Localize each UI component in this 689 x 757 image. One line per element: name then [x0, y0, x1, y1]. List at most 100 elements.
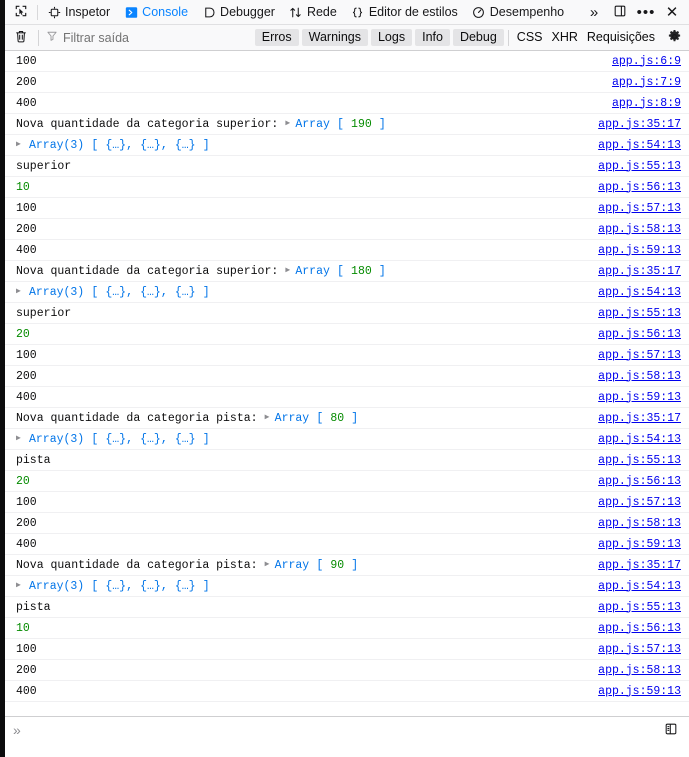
expand-triangle-icon[interactable]: ▶ [285, 267, 295, 275]
console-token-objstub[interactable]: {…} [140, 580, 161, 593]
console-token-objname[interactable]: Array [275, 559, 310, 572]
console-row[interactable]: 200 app.js:58:13 [5, 660, 689, 681]
console-token-objstub[interactable]: {…} [140, 433, 161, 446]
filter-input[interactable] [63, 30, 255, 45]
source-link[interactable]: app.js:58:13 [598, 370, 681, 383]
source-link[interactable]: app.js:57:13 [598, 202, 681, 215]
console-row[interactable]: ▶ Array(3)[{…}, {…}, {…}] app.js:54:13 [5, 135, 689, 156]
console-row[interactable]: superior app.js:55:13 [5, 156, 689, 177]
expand-triangle-icon[interactable]: ▶ [265, 414, 275, 422]
filter-button-info[interactable]: Info [415, 28, 450, 47]
source-link[interactable]: app.js:56:13 [598, 475, 681, 488]
console-row[interactable]: 400 app.js:8:9 [5, 93, 689, 114]
filter-button-css[interactable]: CSS [517, 31, 543, 44]
console-token-objname[interactable]: Array [295, 118, 330, 131]
console-row[interactable]: 20 app.js:56:13 [5, 471, 689, 492]
filter-button-debug[interactable]: Debug [452, 28, 504, 47]
source-link[interactable]: app.js:54:13 [598, 139, 681, 152]
source-link[interactable]: app.js:59:13 [598, 685, 681, 698]
console-row[interactable]: 20 app.js:56:13 [5, 324, 689, 345]
console-output[interactable]: 100 app.js:6:9 200 app.js:7:9 400 app.js:8:9 N… [5, 51, 689, 716]
source-link[interactable]: app.js:59:13 [598, 391, 681, 404]
source-link[interactable]: app.js:58:13 [598, 664, 681, 677]
source-link[interactable]: app.js:54:13 [598, 580, 681, 593]
console-row[interactable]: 200 app.js:58:13 [5, 513, 689, 534]
console-token-objname[interactable]: Array(3) [29, 139, 84, 152]
console-row[interactable]: superior app.js:55:13 [5, 303, 689, 324]
overflow-tabs-button[interactable]: » [581, 1, 607, 24]
console-row[interactable]: Nova quantidade da categoria superior: ▶ A… [5, 114, 689, 135]
source-link[interactable]: app.js:56:13 [598, 181, 681, 194]
tab-editor-de-estilos[interactable]: Editor de estilos [344, 1, 465, 24]
source-link[interactable]: app.js:59:13 [598, 538, 681, 551]
console-row[interactable]: 100 app.js:57:13 [5, 639, 689, 660]
expand-triangle-icon[interactable]: ▶ [16, 288, 26, 296]
dock-position-button[interactable] [607, 1, 633, 24]
source-link[interactable]: app.js:58:13 [598, 517, 681, 530]
tab-desempenho[interactable]: Desempenho [465, 1, 571, 24]
console-token-objstub[interactable]: {…} [105, 139, 126, 152]
tab-inspetor[interactable]: Inspetor [40, 1, 117, 24]
source-link[interactable]: app.js:56:13 [598, 622, 681, 635]
filter-button-logs[interactable]: Logs [370, 28, 413, 47]
source-link[interactable]: app.js:7:9 [612, 76, 681, 89]
source-link[interactable]: app.js:57:13 [598, 643, 681, 656]
console-row[interactable]: 10 app.js:56:13 [5, 177, 689, 198]
tab-console[interactable]: Console [117, 1, 195, 24]
source-link[interactable]: app.js:56:13 [598, 328, 681, 341]
console-row[interactable]: 200 app.js:58:13 [5, 366, 689, 387]
console-token-objstub[interactable]: {…} [105, 433, 126, 446]
console-row[interactable]: ▶ Array(3)[{…}, {…}, {…}] app.js:54:13 [5, 282, 689, 303]
source-link[interactable]: app.js:55:13 [598, 160, 681, 173]
console-settings-button[interactable] [663, 27, 685, 49]
clear-console-button[interactable] [8, 27, 34, 49]
console-token-objstub[interactable]: {…} [140, 286, 161, 299]
console-row[interactable]: 10 app.js:56:13 [5, 618, 689, 639]
console-row[interactable]: ▶ Array(3)[{…}, {…}, {…}] app.js:54:13 [5, 429, 689, 450]
source-link[interactable]: app.js:8:9 [612, 97, 681, 110]
filter-input-wrapper[interactable] [43, 30, 255, 45]
console-token-objstub[interactable]: {…} [175, 433, 196, 446]
expand-triangle-icon[interactable]: ▶ [285, 120, 295, 128]
console-token-objstub[interactable]: {…} [105, 286, 126, 299]
expand-triangle-icon[interactable]: ▶ [16, 435, 26, 443]
expand-triangle-icon[interactable]: ▶ [265, 561, 275, 569]
console-row[interactable]: 100 app.js:57:13 [5, 198, 689, 219]
source-link[interactable]: app.js:35:17 [598, 265, 681, 278]
source-link[interactable]: app.js:35:17 [598, 412, 681, 425]
element-picker-button[interactable] [7, 1, 35, 24]
tab-debugger[interactable]: Debugger [195, 1, 282, 24]
source-link[interactable]: app.js:54:13 [598, 433, 681, 446]
console-row[interactable]: 100 app.js:6:9 [5, 51, 689, 72]
filter-button-erros[interactable]: Erros [254, 28, 299, 47]
console-row[interactable]: Nova quantidade da categoria pista: ▶ Arra… [5, 555, 689, 576]
console-row[interactable]: Nova quantidade da categoria superior: ▶ A… [5, 261, 689, 282]
console-token-objstub[interactable]: {…} [105, 580, 126, 593]
console-row[interactable]: pista app.js:55:13 [5, 597, 689, 618]
console-row[interactable]: 400 app.js:59:13 [5, 387, 689, 408]
filter-button-requisicoes[interactable]: Requisições [587, 31, 655, 44]
close-devtools-button[interactable]: ✕ [659, 1, 685, 24]
console-token-objstub[interactable]: {…} [140, 139, 161, 152]
source-link[interactable]: app.js:6:9 [612, 55, 681, 68]
source-link[interactable]: app.js:58:13 [598, 223, 681, 236]
filter-button-warnings[interactable]: Warnings [301, 28, 368, 47]
console-token-objname[interactable]: Array [295, 265, 330, 278]
source-link[interactable]: app.js:35:17 [598, 559, 681, 572]
console-token-objstub[interactable]: {…} [175, 580, 196, 593]
console-row[interactable]: ▶ Array(3)[{…}, {…}, {…}] app.js:54:13 [5, 576, 689, 597]
console-input[interactable] [26, 723, 661, 737]
console-token-objstub[interactable]: {…} [175, 286, 196, 299]
console-row[interactable]: 400 app.js:59:13 [5, 534, 689, 555]
console-token-objstub[interactable]: {…} [175, 139, 196, 152]
expand-triangle-icon[interactable]: ▶ [16, 582, 26, 590]
console-row[interactable]: Nova quantidade da categoria pista: ▶ Arra… [5, 408, 689, 429]
console-row[interactable]: 200 app.js:58:13 [5, 219, 689, 240]
console-token-objname[interactable]: Array(3) [29, 433, 84, 446]
source-link[interactable]: app.js:55:13 [598, 454, 681, 467]
console-token-objname[interactable]: Array(3) [29, 580, 84, 593]
source-link[interactable]: app.js:54:13 [598, 286, 681, 299]
source-link[interactable]: app.js:55:13 [598, 601, 681, 614]
expand-triangle-icon[interactable]: ▶ [16, 141, 26, 149]
console-token-objname[interactable]: Array(3) [29, 286, 84, 299]
